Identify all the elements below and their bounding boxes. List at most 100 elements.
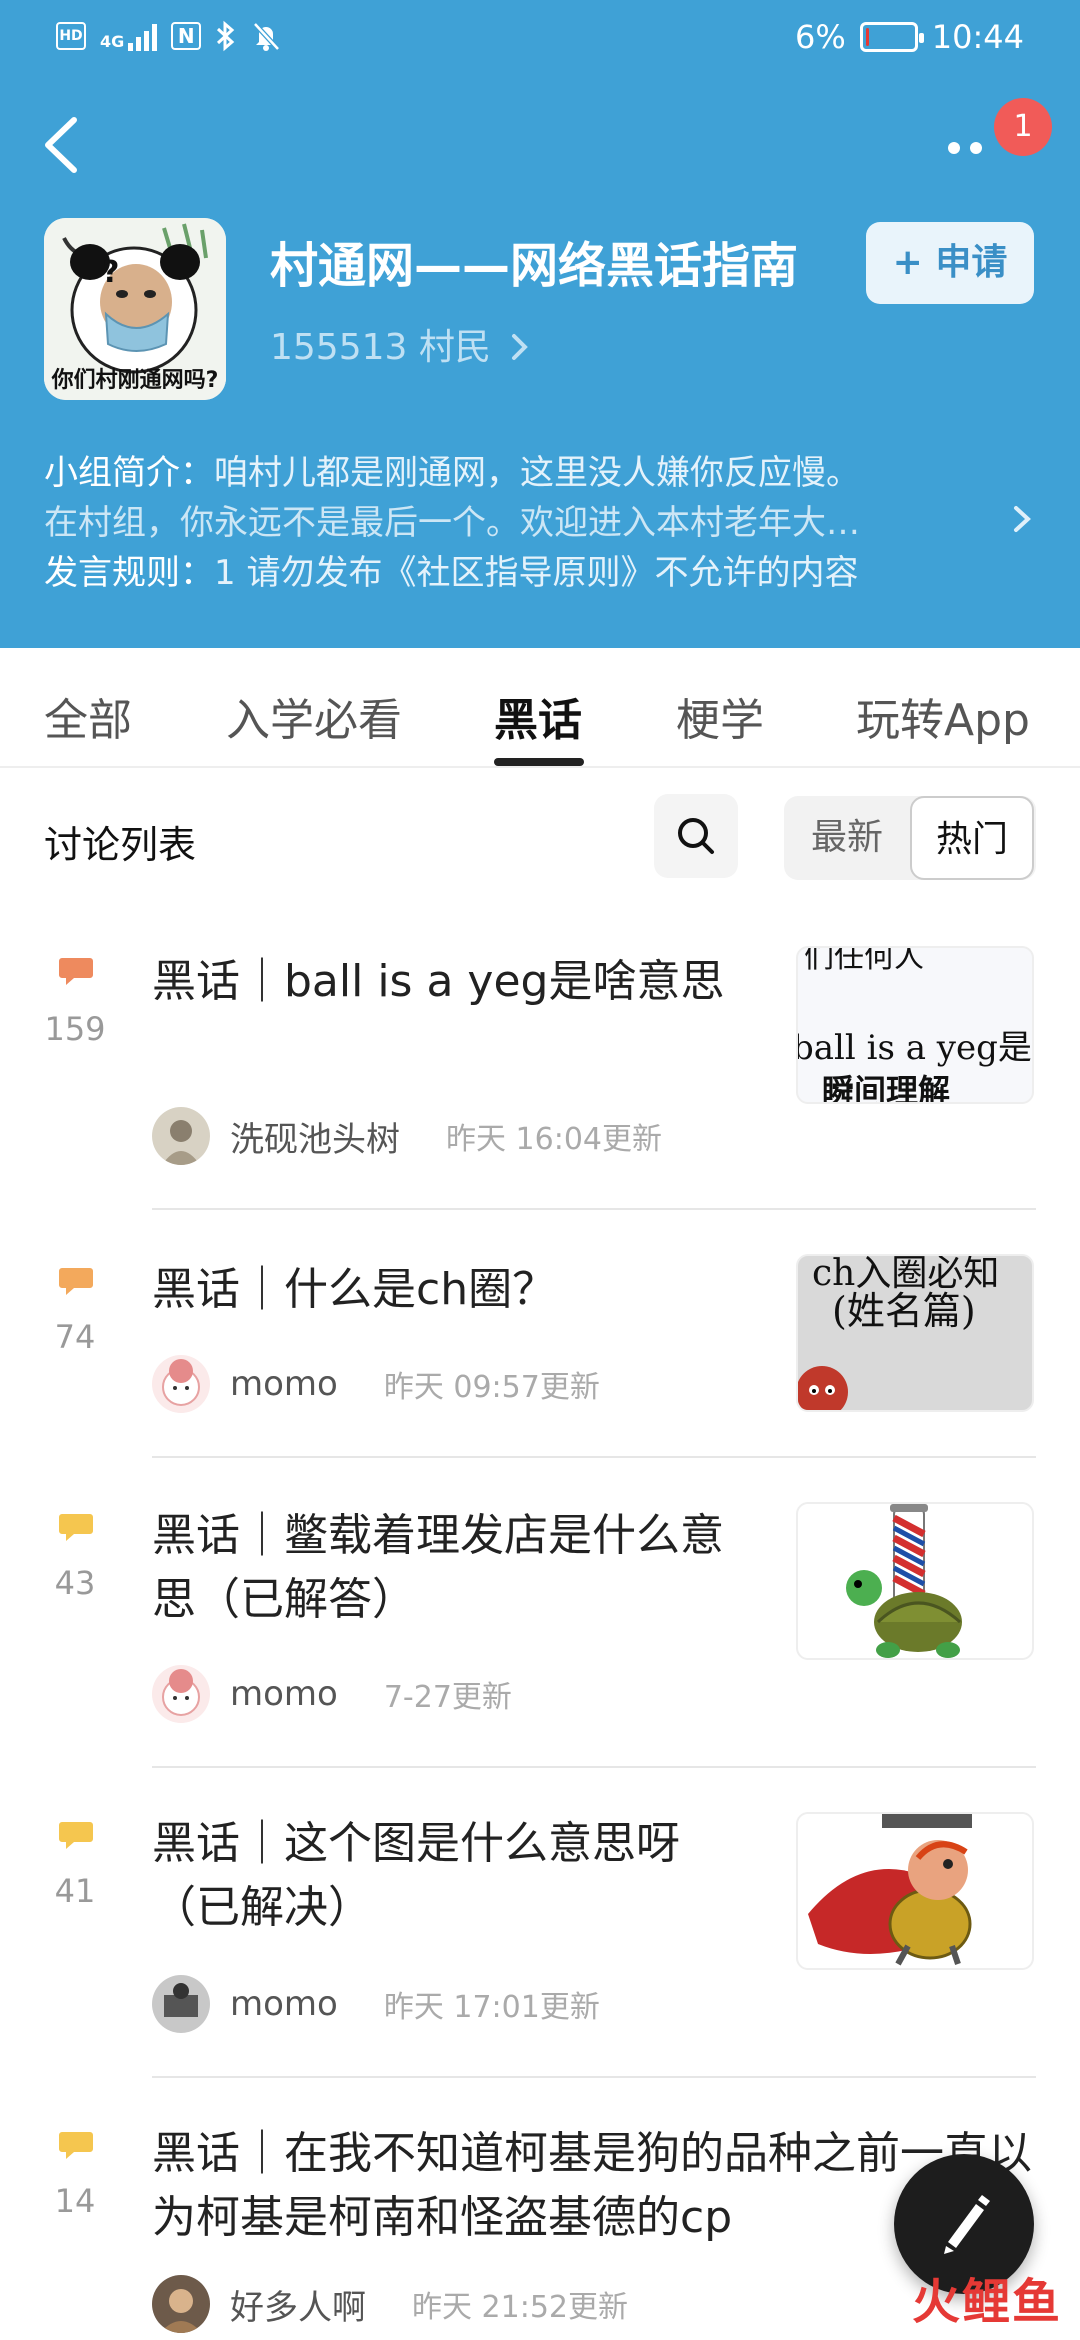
intro-expand-chevron-icon[interactable] — [1010, 504, 1034, 534]
battery-percent: 6% — [795, 18, 846, 56]
post-item[interactable]: 159 黑话｜ball is a yeg是啥意思 洗砚池头树 昨天 16:04更… — [0, 920, 1080, 1210]
mute-bell-icon — [253, 22, 281, 51]
search-icon — [678, 818, 714, 854]
status-icons-right: 6% 10:44 — [795, 18, 1024, 56]
group-intro[interactable]: 小组简介：咱村儿都是刚通网，这里没人嫌你反应慢。 在村组，你永远不是最后一个。欢… — [44, 448, 1044, 598]
sort-newest-button[interactable]: 最新 — [784, 796, 910, 880]
turtle-barber-pole-image — [846, 1504, 962, 1658]
thumb-text-2: (姓名篇) — [832, 1289, 976, 1333]
chevron-left-icon — [45, 117, 77, 173]
comment-bubble-icon — [59, 1268, 93, 1295]
post-meta: momo 昨天 17:01更新 — [152, 1974, 600, 2034]
comment-bubble-icon — [59, 2132, 93, 2159]
battery-icon — [859, 22, 924, 52]
status-icons-left: HD 4G N — [56, 20, 281, 52]
tab-must-read[interactable]: 入学必看 — [226, 684, 402, 748]
post-meta: momo 昨天 09:57更新 — [152, 1354, 600, 1414]
author-avatar-image — [152, 1665, 210, 1723]
author-name[interactable]: momo — [230, 1364, 338, 1404]
tab-all[interactable]: 全部 — [44, 684, 132, 748]
rules-text: 1 请勿发布《社区指导原则》不允许的内容 — [214, 553, 859, 593]
author-avatar-image — [152, 1975, 210, 2033]
group-header: HD 4G N 6% 10:44 1 ? 你们村刚通网吗? 村通网——网络黑话指… — [0, 0, 1080, 648]
nfc-icon: N — [171, 22, 202, 50]
comment-bubble-icon — [59, 958, 93, 985]
bluetooth-icon — [217, 20, 235, 52]
author-name[interactable]: 洗砚池头树 — [230, 1112, 400, 1161]
intro-line-2: 在村组，你永远不是最后一个。欢迎进入本村老年大… — [44, 503, 860, 543]
comment-count: 41 — [54, 1872, 96, 1910]
post-thumbnail[interactable] — [796, 1812, 1034, 1970]
post-title: 黑话｜ball is a yeg是啥意思 — [152, 956, 725, 1007]
post-item[interactable]: 74 黑话｜什么是ch圈？ momo 昨天 09:57更新 ch入圈必知 (姓名… — [0, 1210, 1080, 1458]
group-name: 村通网——网络黑话指南 — [270, 238, 799, 294]
comment-bubble-icon — [59, 1514, 93, 1541]
author-avatar[interactable] — [152, 1665, 210, 1723]
author-name[interactable]: 好多人啊 — [230, 2280, 366, 2329]
signal-indicator: 4G — [100, 21, 158, 51]
member-count-link[interactable]: 155513 村民 — [270, 318, 530, 370]
cartoon-figure-image — [798, 1366, 848, 1410]
comment-count: 74 — [54, 1318, 96, 1356]
author-avatar[interactable] — [152, 2275, 210, 2333]
author-name[interactable]: momo — [230, 1674, 338, 1714]
post-item[interactable]: 41 黑话｜这个图是什么意思呀（已解决） momo 昨天 17:01更新 — [0, 1768, 1080, 2078]
post-meta: 好多人啊 昨天 21:52更新 — [152, 2274, 628, 2334]
post-meta: 洗砚池头树 昨天 16:04更新 — [152, 1106, 662, 1166]
thumb-text-3: 瞬间理解 — [822, 1072, 951, 1104]
comment-count: 14 — [54, 2182, 96, 2220]
avatar-caption: 你们村刚通网吗? — [51, 368, 219, 393]
chevron-right-icon — [512, 334, 529, 360]
list-title: 讨论列表 — [44, 823, 197, 867]
category-tabs: 全部 入学必看 黑话 梗学 玩转App — [0, 648, 1080, 768]
comment-bubble-icon — [59, 1822, 93, 1849]
update-time: 昨天 09:57更新 — [383, 1370, 600, 1405]
update-time: 昨天 21:52更新 — [412, 2290, 628, 2325]
thumb-text-1: 们任何人 — [804, 946, 924, 975]
post-thumbnail[interactable] — [796, 1502, 1034, 1660]
post-title: 黑话｜什么是ch圈？ — [152, 1264, 557, 1315]
post-thumbnail[interactable]: 们任何人 ball is a yeg是 瞬间理解 — [796, 946, 1034, 1104]
sort-hot-button[interactable]: 热门 — [910, 796, 1034, 880]
intro-line-1: 小组简介：咱村儿都是刚通网，这里没人嫌你反应慢。 — [44, 448, 1044, 498]
rules-line: 发言规则：1 请勿发布《社区指导原则》不允许的内容 — [44, 548, 1044, 598]
rules-label: 发言规则： — [44, 553, 214, 593]
post-item[interactable]: 43 黑话｜鳖载着理发店是什么意思（已解答） momo 7-27更新 — [0, 1458, 1080, 1768]
author-avatar[interactable] — [152, 1107, 210, 1165]
battery-level-fill — [865, 28, 869, 46]
discussion-list-bar: 讨论列表 最新 热门 — [0, 784, 1080, 894]
signal-label: 4G — [100, 32, 125, 51]
update-time: 昨天 16:04更新 — [446, 1122, 662, 1157]
update-time: 昨天 17:01更新 — [383, 1990, 600, 2025]
member-count: 155513 村民 — [270, 327, 491, 368]
comment-count: 43 — [54, 1564, 96, 1602]
apply-join-button[interactable]: + 申请 — [866, 222, 1034, 304]
hd-indicator: HD — [56, 22, 86, 50]
post-meta: momo 7-27更新 — [152, 1664, 512, 1724]
post-thumbnail[interactable]: ch入圈必知 (姓名篇) — [796, 1254, 1034, 1412]
tab-slang[interactable]: 黑话 — [494, 684, 582, 748]
thumb-text-2: ball is a yeg是 — [796, 1028, 1032, 1068]
group-avatar[interactable]: ? 你们村刚通网吗? — [44, 218, 226, 400]
intro-text-1: 咱村儿都是刚通网，这里没人嫌你反应慢。 — [214, 453, 860, 493]
author-avatar-image — [152, 1355, 210, 1413]
author-name[interactable]: momo — [230, 1984, 338, 2024]
notification-badge: 1 — [994, 98, 1052, 156]
author-avatar[interactable] — [152, 1355, 210, 1413]
post-title: 黑话｜这个图是什么意思呀（已解决） — [152, 1818, 680, 1933]
watermark: 火鲤鱼 — [912, 2274, 1063, 2330]
tab-memes[interactable]: 梗学 — [676, 684, 764, 748]
author-avatar-image — [152, 2275, 210, 2333]
back-button[interactable] — [36, 110, 96, 180]
tab-app-tips[interactable]: 玩转App — [856, 684, 1030, 748]
update-time: 7-27更新 — [383, 1680, 512, 1715]
author-avatar-image — [152, 1107, 210, 1165]
caped-cartoon-image — [808, 1814, 972, 1966]
post-title: 黑话｜鳖载着理发店是什么意思（已解答） — [152, 1510, 724, 1625]
active-tab-indicator — [494, 758, 584, 766]
search-button[interactable] — [654, 794, 738, 878]
author-avatar[interactable] — [152, 1975, 210, 2033]
svg-text:?: ? — [102, 255, 119, 290]
intro-label: 小组简介： — [44, 453, 214, 493]
clock: 10:44 — [931, 18, 1024, 56]
